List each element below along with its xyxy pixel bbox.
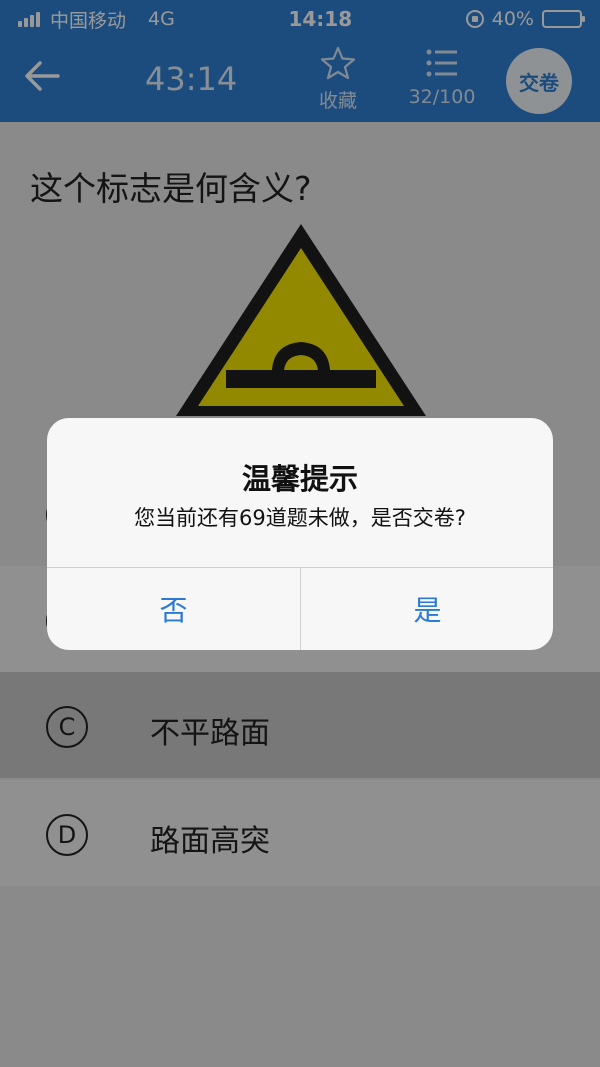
alert-dialog: 温馨提示 您当前还有69道题未做，是否交卷? 否 是 [47,418,553,650]
confirm-button[interactable]: 是 [301,568,553,650]
dialog-title: 温馨提示 [241,462,358,496]
cancel-button[interactable]: 否 [47,568,300,650]
dialog-message: 您当前还有69道题未做，是否交卷? [134,506,466,530]
